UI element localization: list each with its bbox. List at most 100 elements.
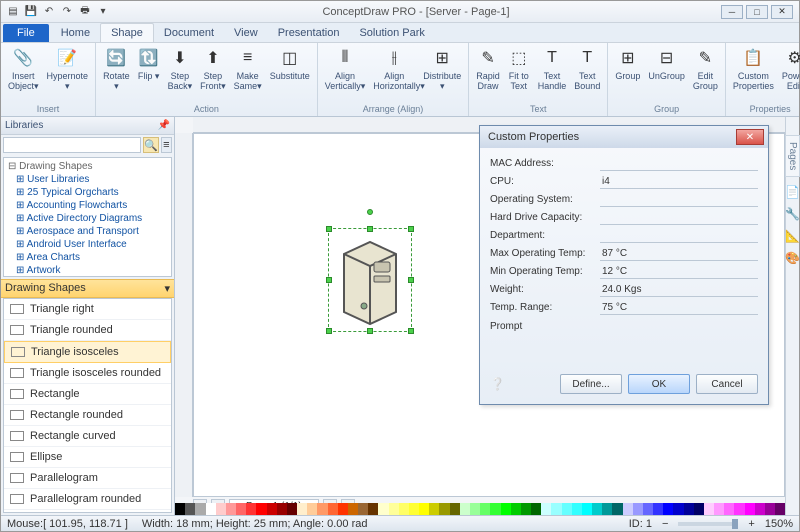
- tree-item[interactable]: ⊞ Accounting Flowcharts: [6, 199, 169, 212]
- tab-presentation[interactable]: Presentation: [268, 24, 350, 42]
- color-swatch[interactable]: [206, 503, 216, 515]
- tab-solution-park[interactable]: Solution Park: [349, 24, 434, 42]
- color-swatch[interactable]: [643, 503, 653, 515]
- shape-item[interactable]: Parallelogram rounded: [4, 489, 171, 510]
- color-swatch[interactable]: [602, 503, 612, 515]
- color-swatch[interactable]: [368, 503, 378, 515]
- search-input[interactable]: [3, 137, 141, 153]
- color-swatch[interactable]: [480, 503, 490, 515]
- tab-document[interactable]: Document: [154, 24, 224, 42]
- color-swatch[interactable]: [328, 503, 338, 515]
- color-swatch[interactable]: [521, 503, 531, 515]
- property-input[interactable]: [600, 264, 758, 279]
- qat-file-icon[interactable]: ▤: [5, 4, 21, 20]
- property-input[interactable]: [600, 174, 758, 189]
- color-swatch[interactable]: [358, 503, 368, 515]
- shape-item[interactable]: Triangle isosceles: [4, 341, 171, 363]
- color-swatch[interactable]: [562, 503, 572, 515]
- color-swatch[interactable]: [541, 503, 551, 515]
- help-icon[interactable]: ❔: [490, 377, 505, 391]
- property-input[interactable]: [600, 300, 758, 315]
- tree-item[interactable]: ⊞ Android User Interface: [6, 238, 169, 251]
- resize-handle-s[interactable]: [367, 328, 373, 334]
- resize-handle-w[interactable]: [326, 277, 332, 283]
- ribbon-make-same-button[interactable]: ≡Make Same▾: [231, 45, 265, 104]
- qat-undo-icon[interactable]: ↶: [41, 4, 57, 20]
- color-palette[interactable]: [175, 503, 785, 515]
- ribbon-insert-object-button[interactable]: 📎Insert Object▾: [5, 45, 42, 104]
- tab-home[interactable]: Home: [51, 24, 100, 42]
- library-tree[interactable]: ⊟ Drawing Shapes⊞ User Libraries⊞ 25 Typ…: [3, 157, 172, 277]
- tree-item[interactable]: ⊞ Aerospace and Transport: [6, 225, 169, 238]
- color-swatch[interactable]: [267, 503, 277, 515]
- color-swatch[interactable]: [633, 503, 643, 515]
- color-swatch[interactable]: [755, 503, 765, 515]
- cancel-button[interactable]: Cancel: [696, 374, 758, 394]
- color-swatch[interactable]: [378, 503, 388, 515]
- ribbon-fit-to-textbutton[interactable]: ⬚Fit to Text: [505, 45, 533, 104]
- color-swatch[interactable]: [531, 503, 541, 515]
- qat-redo-icon[interactable]: ↷: [59, 4, 75, 20]
- color-swatch[interactable]: [745, 503, 755, 515]
- search-options-icon[interactable]: ≡: [161, 137, 172, 153]
- tree-item[interactable]: ⊞ Area Charts: [6, 251, 169, 264]
- color-swatch[interactable]: [704, 503, 714, 515]
- shapes-header[interactable]: Drawing Shapes▾: [1, 279, 174, 298]
- ribbon-rapid-drawbutton[interactable]: ✎Rapid Draw: [473, 45, 503, 104]
- minimize-button[interactable]: ─: [721, 5, 743, 19]
- zoom-in-button[interactable]: +: [748, 518, 754, 530]
- color-swatch[interactable]: [572, 503, 582, 515]
- color-swatch[interactable]: [439, 503, 449, 515]
- maximize-button[interactable]: □: [746, 5, 768, 19]
- property-input[interactable]: [600, 246, 758, 261]
- close-button[interactable]: ✕: [771, 5, 793, 19]
- resize-handle-n[interactable]: [367, 226, 373, 232]
- property-input[interactable]: [600, 228, 758, 243]
- ribbon-edit-groupbutton[interactable]: ✎Edit Group: [690, 45, 721, 104]
- color-swatch[interactable]: [501, 503, 511, 515]
- ribbon-power-editbutton[interactable]: ⚙Power Edit: [779, 45, 800, 104]
- pin-icon[interactable]: 📌: [158, 120, 170, 131]
- ribbon-align-vertically-button[interactable]: ⫴Align Vertically▾: [322, 45, 369, 104]
- tool-icon-2[interactable]: 🔧: [785, 207, 800, 221]
- color-swatch[interactable]: [694, 503, 704, 515]
- resize-handle-sw[interactable]: [326, 328, 332, 334]
- color-swatch[interactable]: [419, 503, 429, 515]
- ribbon-align-horizontally-button[interactable]: ⫲Align Horizontally▾: [370, 45, 418, 104]
- tool-icon-4[interactable]: 🎨: [785, 251, 800, 265]
- color-swatch[interactable]: [765, 503, 775, 515]
- ribbon-hypernote-button[interactable]: 📝Hypernote ▾: [44, 45, 92, 104]
- color-swatch[interactable]: [684, 503, 694, 515]
- pages-tab[interactable]: Pages: [785, 135, 800, 177]
- tool-icon-3[interactable]: 📐: [785, 229, 800, 243]
- shape-item[interactable]: Trapezoid isosceles: [4, 510, 171, 513]
- color-swatch[interactable]: [490, 503, 500, 515]
- property-input[interactable]: [600, 210, 758, 225]
- resize-handle-ne[interactable]: [408, 226, 414, 232]
- zoom-out-button[interactable]: −: [662, 518, 668, 530]
- ribbon-ungroupbutton[interactable]: ⊟UnGroup: [645, 45, 688, 104]
- color-swatch[interactable]: [338, 503, 348, 515]
- color-swatch[interactable]: [663, 503, 673, 515]
- shape-item[interactable]: Parallelogram: [4, 468, 171, 489]
- shape-item[interactable]: Rectangle curved: [4, 426, 171, 447]
- color-swatch[interactable]: [185, 503, 195, 515]
- shape-item[interactable]: Triangle right: [4, 299, 171, 320]
- tree-item[interactable]: ⊞ Artwork: [6, 264, 169, 277]
- shape-item[interactable]: Triangle isosceles rounded: [4, 363, 171, 384]
- color-swatch[interactable]: [277, 503, 287, 515]
- ribbon-step-front-button[interactable]: ⬆Step Front▾: [197, 45, 229, 104]
- tab-shape[interactable]: Shape: [100, 23, 154, 42]
- ribbon-substitutebutton[interactable]: ◫Substitute: [267, 45, 313, 104]
- color-swatch[interactable]: [724, 503, 734, 515]
- color-swatch[interactable]: [287, 503, 297, 515]
- qat-print-icon[interactable]: 🖶: [77, 4, 93, 20]
- tree-item[interactable]: ⊞ 25 Typical Orgcharts: [6, 186, 169, 199]
- dialog-close-button[interactable]: ✕: [736, 129, 764, 145]
- color-swatch[interactable]: [226, 503, 236, 515]
- color-swatch[interactable]: [450, 503, 460, 515]
- resize-handle-nw[interactable]: [326, 226, 332, 232]
- color-swatch[interactable]: [409, 503, 419, 515]
- shape-list[interactable]: Triangle rightTriangle roundedTriangle i…: [3, 298, 172, 513]
- ribbon-distribute-button[interactable]: ⊞Distribute ▾: [420, 45, 464, 104]
